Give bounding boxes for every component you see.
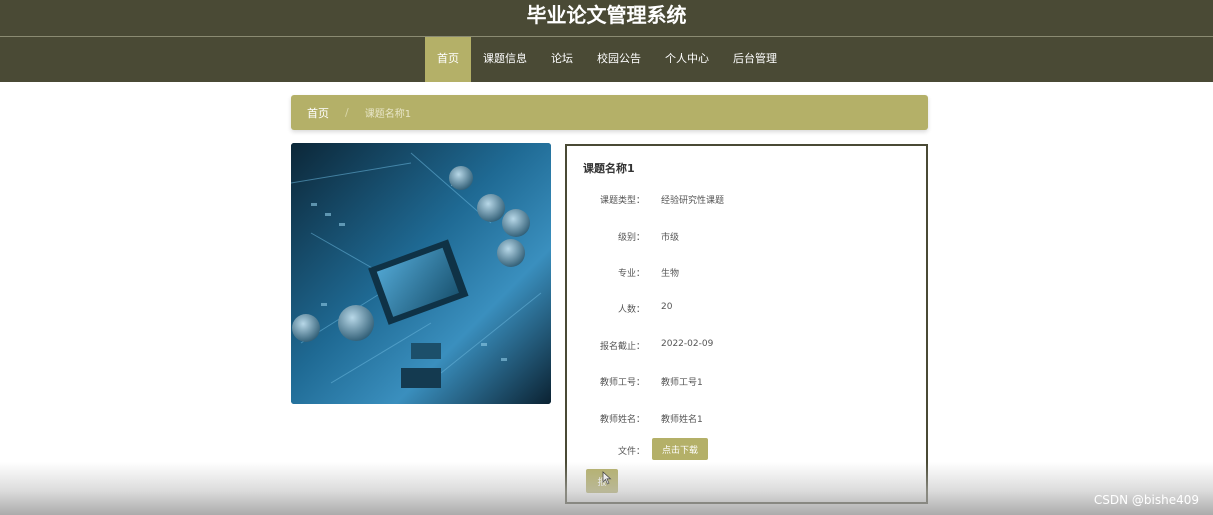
field-file: 文件： (567, 444, 907, 458)
field-label: 人数： (617, 305, 645, 315)
topic-title: 课题名称1 (583, 162, 635, 175)
field-label: 教师工号： (599, 378, 645, 388)
mouse-cursor-icon (602, 471, 612, 485)
field-level: 级别： 市级 (567, 230, 907, 244)
circuit-board-illustration (291, 143, 551, 404)
field-value: 生物 (661, 269, 680, 279)
nav-item-campus-notice[interactable]: 校园公告 (585, 37, 653, 82)
field-label: 报名截止： (599, 342, 645, 352)
main-nav: 首页 课题信息 论坛 校园公告 个人中心 后台管理 (0, 37, 1213, 82)
field-value: 20 (661, 302, 673, 312)
field-label: 教师姓名： (599, 415, 645, 425)
field-label: 专业： (617, 269, 645, 279)
field-teacher-id: 教师工号： 教师工号1 (567, 375, 907, 389)
field-value: 经验研究性课题 (661, 196, 725, 206)
nav-item-topic-info[interactable]: 课题信息 (471, 37, 539, 82)
nav-item-personal-center[interactable]: 个人中心 (653, 37, 721, 82)
field-topic-type: 课题类型： 经验研究性课题 (567, 193, 907, 207)
site-header: 毕业论文管理系统 首页 课题信息 论坛 校园公告 个人中心 后台管理 (0, 0, 1213, 82)
field-major: 专业： 生物 (567, 266, 907, 280)
field-value: 教师工号1 (661, 378, 703, 388)
breadcrumb: 首页 / 课题名称1 (291, 95, 928, 130)
nav-item-home[interactable]: 首页 (425, 37, 471, 82)
field-headcount: 人数： 20 (567, 302, 907, 316)
breadcrumb-separator: / (345, 106, 349, 119)
nav-list: 首页 课题信息 论坛 校园公告 个人中心 后台管理 (425, 37, 789, 82)
breadcrumb-current: 课题名称1 (364, 109, 412, 120)
watermark: CSDN @bishe409 (1093, 493, 1199, 507)
field-label: 课题类型： (599, 196, 645, 206)
field-label: 级别： (617, 233, 645, 243)
field-value: 市级 (661, 233, 680, 243)
field-label: 文件： (617, 447, 645, 457)
nav-item-forum[interactable]: 论坛 (539, 37, 585, 82)
nav-item-admin[interactable]: 后台管理 (721, 37, 789, 82)
site-title: 毕业论文管理系统 (526, 3, 687, 27)
breadcrumb-home[interactable]: 首页 (307, 105, 329, 121)
topic-image (291, 143, 551, 404)
field-value: 2022-02-09 (661, 339, 714, 349)
topic-detail-panel: 课题名称1 课题类型： 经验研究性课题 级别： 市级 专业： 生物 人数： 20… (565, 144, 928, 504)
field-value: 教师姓名1 (661, 415, 703, 425)
field-deadline: 报名截止： 2022-02-09 (567, 339, 907, 353)
field-teacher-name: 教师姓名： 教师姓名1 (567, 412, 907, 426)
download-button[interactable]: 点击下载 (652, 438, 708, 460)
